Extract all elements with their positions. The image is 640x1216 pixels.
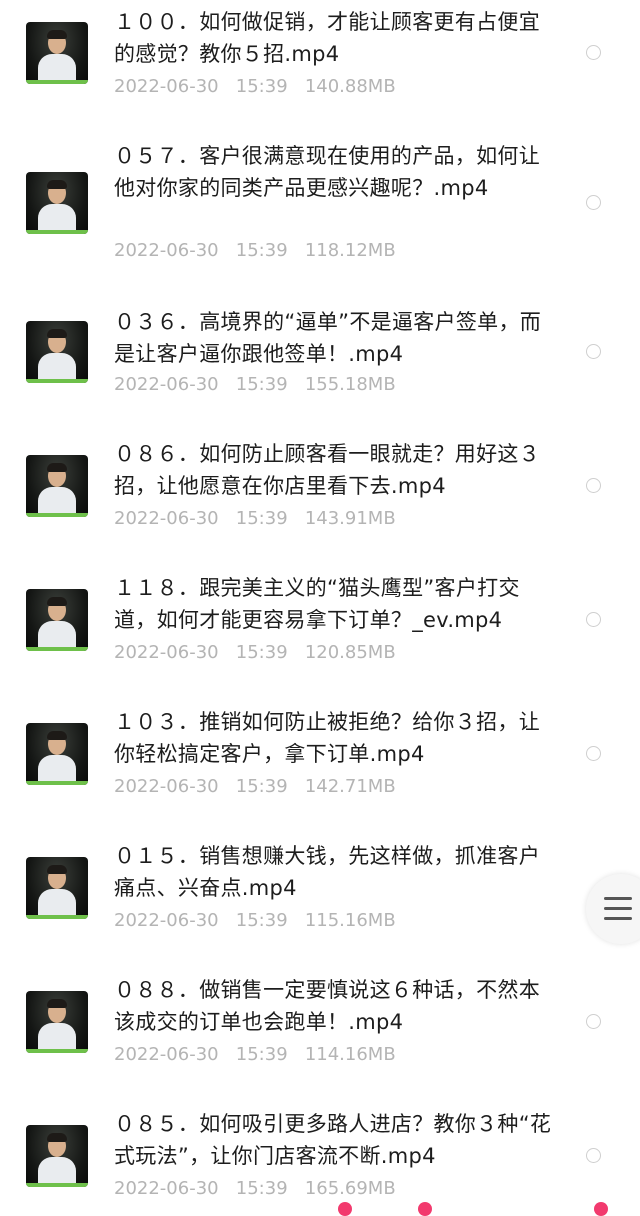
select-radio-icon[interactable]: [586, 1014, 601, 1029]
file-size: 120.85MB: [304, 642, 396, 663]
file-date: 2022-06-30: [114, 374, 219, 395]
file-meta: 2022-06-30 15:39 114.16MB: [114, 1044, 396, 1065]
file-time: 15:39: [235, 240, 288, 261]
file-time: 15:39: [235, 508, 288, 529]
file-size: 142.71MB: [304, 776, 396, 797]
video-thumbnail: [26, 723, 88, 785]
video-thumbnail: [26, 589, 88, 651]
file-title: ０８８．做销售一定要慎说这６种话，不然本该成交的订单也会跑单！.mp4: [114, 978, 540, 1034]
decorative-dot: [594, 1202, 608, 1216]
decorative-dot: [418, 1202, 432, 1216]
file-meta: 2022-06-30 15:39 115.16MB: [114, 910, 396, 931]
file-meta: 2022-06-30 15:39 142.71MB: [114, 776, 396, 797]
file-meta: 2022-06-30 15:39 120.85MB: [114, 642, 396, 663]
select-radio-icon[interactable]: [586, 612, 601, 627]
video-thumbnail: [26, 1125, 88, 1187]
file-date: 2022-06-30: [114, 240, 219, 261]
file-size: 165.69MB: [304, 1178, 396, 1199]
file-date: 2022-06-30: [114, 642, 219, 663]
file-meta: 2022-06-30 15:39 155.18MB: [114, 374, 396, 395]
file-title: ０８６．如何防止顾客看一眼就走？用好这３招，让他愿意在你店里看下去.mp4: [114, 442, 540, 498]
list-item[interactable]: ０８５．如何吸引更多路人进店？教你３种“花式玩法”，让你门店客流不断.mp4 2…: [0, 0, 640, 1199]
file-date: 2022-06-30: [114, 1044, 219, 1065]
file-time: 15:39: [235, 642, 288, 663]
file-meta: 2022-06-30 15:39 143.91MB: [114, 508, 396, 529]
video-thumbnail: [26, 991, 88, 1053]
file-size: 155.18MB: [304, 374, 396, 395]
select-radio-icon[interactable]: [586, 195, 601, 210]
video-thumbnail: [26, 172, 88, 234]
file-date: 2022-06-30: [114, 910, 219, 931]
file-size: 115.16MB: [304, 910, 396, 931]
select-radio-icon[interactable]: [586, 478, 601, 493]
file-time: 15:39: [235, 910, 288, 931]
file-title: ０８５．如何吸引更多路人进店？教你３种“花式玩法”，让你门店客流不断.mp4: [114, 1112, 552, 1168]
file-size: 114.16MB: [304, 1044, 396, 1065]
file-title: １１８．跟完美主义的“猫头鹰型”客户打交道，如何才能更容易拿下订单？_ev.mp…: [114, 576, 520, 632]
file-time: 15:39: [235, 374, 288, 395]
hamburger-menu-icon[interactable]: [586, 874, 640, 944]
select-radio-icon[interactable]: [586, 344, 601, 359]
file-meta: 2022-06-30 15:39 118.12MB: [114, 240, 396, 261]
file-time: 15:39: [235, 1178, 288, 1199]
decorative-dot: [338, 1202, 352, 1216]
file-time: 15:39: [235, 776, 288, 797]
select-radio-icon[interactable]: [586, 746, 601, 761]
file-size: 118.12MB: [304, 240, 396, 261]
file-date: 2022-06-30: [114, 1178, 219, 1199]
file-time: 15:39: [235, 1044, 288, 1065]
file-title: ０１５．销售想赚大钱，先这样做，抓准客户痛点、兴奋点.mp4: [114, 844, 540, 900]
file-date: 2022-06-30: [114, 508, 219, 529]
select-radio-icon[interactable]: [586, 1148, 601, 1163]
video-thumbnail: [26, 321, 88, 383]
file-size: 143.91MB: [304, 508, 396, 529]
video-thumbnail: [26, 455, 88, 517]
file-title: １０３．推销如何防止被拒绝？给你３招，让你轻松搞定客户，拿下订单.mp4: [114, 710, 540, 766]
file-title: ０３６．高境界的“逼单”不是逼客户签单，而是让客户逼你跟他签单！.mp4: [114, 310, 542, 366]
file-date: 2022-06-30: [114, 776, 219, 797]
file-title: ０５７．客户很满意现在使用的产品，如何让他对你家的同类产品更感兴趣呢？.mp4: [114, 144, 540, 200]
video-thumbnail: [26, 857, 88, 919]
file-meta: 2022-06-30 15:39 165.69MB: [114, 1178, 396, 1199]
